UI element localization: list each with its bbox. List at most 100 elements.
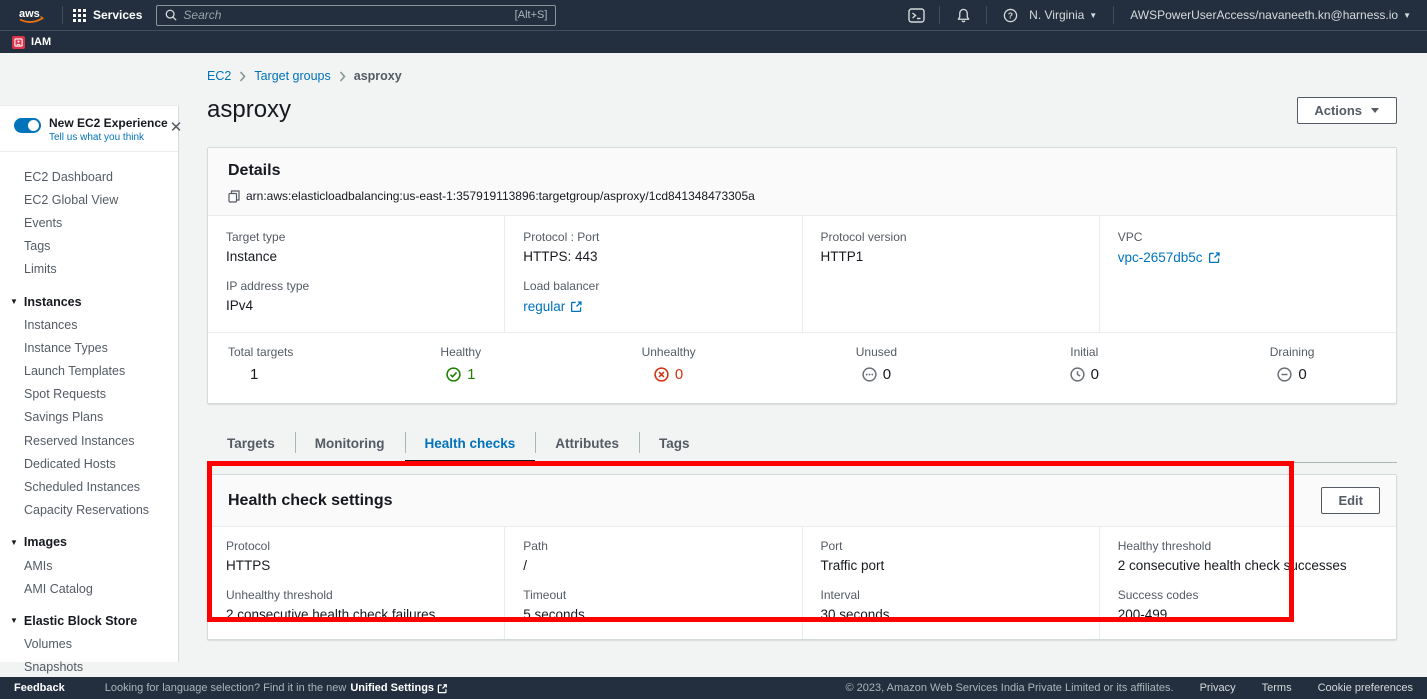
services-menu[interactable]: Services xyxy=(73,8,142,22)
details-column-3: Protocol version HTTP1 xyxy=(802,216,1099,332)
sidebar-section-instances[interactable]: ▼Instances xyxy=(0,290,178,313)
ec2-sidebar: New EC2 Experience Tell us what you thin… xyxy=(0,105,179,662)
sidebar-item-savings-plans[interactable]: Savings Plans xyxy=(0,406,178,429)
close-icon[interactable]: ✕ xyxy=(168,116,185,139)
sidebar-item-ami-catalog[interactable]: AMI Catalog xyxy=(0,577,178,600)
sidebar-section-elastic-block-store[interactable]: ▼Elastic Block Store xyxy=(0,609,178,632)
health-column-4: Healthy threshold 2 consecutive health c… xyxy=(1099,527,1396,639)
help-button[interactable]: ? xyxy=(997,4,1023,26)
field-protocol: Protocol HTTPS xyxy=(226,539,486,573)
sidebar-item-dedicated-hosts[interactable]: Dedicated Hosts xyxy=(0,452,178,475)
stat-initial: Initial 0 xyxy=(980,345,1188,387)
tab-targets[interactable]: Targets xyxy=(207,425,295,462)
page-title: asproxy xyxy=(207,96,291,124)
load-balancer-link[interactable]: regular xyxy=(523,299,583,314)
field-success-codes: Success codes 200-499 xyxy=(1118,588,1378,622)
new-experience-toggle[interactable] xyxy=(14,118,41,133)
details-column-2: Protocol : Port HTTPS: 443 Load balancer… xyxy=(504,216,801,332)
feedback-button[interactable]: Feedback xyxy=(14,682,65,694)
sidebar-section-images[interactable]: ▼Images xyxy=(0,531,178,554)
sidebar-item-amis[interactable]: AMIs xyxy=(0,554,178,577)
aws-logo-icon: aws xyxy=(16,6,46,24)
region-label: N. Virginia xyxy=(1029,8,1084,22)
copy-icon[interactable] xyxy=(228,190,240,203)
edit-button[interactable]: Edit xyxy=(1321,487,1380,514)
targets-summary: Total targets 1 Healthy 1 Unhealthy 0 xyxy=(208,332,1396,403)
svg-text:?: ? xyxy=(1008,10,1013,20)
tab-attributes[interactable]: Attributes xyxy=(535,425,639,462)
field-timeout: Timeout 5 seconds xyxy=(523,588,783,622)
main-content: EC2 Target groups asproxy asproxy Action… xyxy=(207,53,1397,640)
sidebar-item-ec2-global-view[interactable]: EC2 Global View xyxy=(0,188,178,211)
stat-draining: Draining 0 xyxy=(1188,345,1396,387)
new-experience-feedback-link[interactable]: Tell us what you think xyxy=(49,132,168,143)
global-search[interactable]: [Alt+S] xyxy=(156,5,556,26)
sidebar-item-capacity-reservations[interactable]: Capacity Reservations xyxy=(0,499,178,522)
chevron-down-icon: ▼ xyxy=(1403,11,1411,20)
sidebar-item-scheduled-instances[interactable]: Scheduled Instances xyxy=(0,475,178,498)
chevron-down-icon: ▼ xyxy=(1089,11,1097,20)
health-settings-title: Health check settings xyxy=(228,492,393,510)
copyright-text: © 2023, Amazon Web Services India Privat… xyxy=(846,682,1174,694)
sidebar-item-reserved-instances[interactable]: Reserved Instances xyxy=(0,429,178,452)
health-settings-grid: Protocol HTTPS Unhealthy threshold 2 con… xyxy=(208,527,1396,639)
sidebar-item-limits[interactable]: Limits xyxy=(0,258,178,281)
footer-right: © 2023, Amazon Web Services India Privat… xyxy=(846,682,1413,694)
favorite-iam[interactable]: IAM xyxy=(12,36,51,49)
account-menu[interactable]: AWSPowerUserAccess/navaneeth.kn@harness.… xyxy=(1124,8,1417,22)
search-shortcut: [Alt+S] xyxy=(515,9,548,21)
sidebar-item-snapshots[interactable]: Snapshots xyxy=(0,656,178,679)
health-column-1: Protocol HTTPS Unhealthy threshold 2 con… xyxy=(208,527,504,639)
search-icon xyxy=(165,9,177,21)
minus-circle-icon xyxy=(1277,367,1292,382)
region-selector[interactable]: N. Virginia ▼ xyxy=(1023,8,1103,22)
sidebar-item-ec2-dashboard[interactable]: EC2 Dashboard xyxy=(0,165,178,188)
tab-tags[interactable]: Tags xyxy=(639,425,710,462)
sidebar-item-launch-templates[interactable]: Launch Templates xyxy=(0,360,178,383)
triangle-down-icon: ▼ xyxy=(10,297,18,306)
chevron-right-icon xyxy=(239,71,246,82)
field-vpc: VPC vpc-2657db5c xyxy=(1118,230,1378,267)
stat-unused: Unused 0 xyxy=(773,345,981,387)
breadcrumb-ec2[interactable]: EC2 xyxy=(207,69,231,83)
sidebar-item-tags[interactable]: Tags xyxy=(0,235,178,258)
breadcrumb-current: asproxy xyxy=(354,69,402,83)
details-card: Details arn:aws:elasticloadbalancing:us-… xyxy=(207,147,1397,404)
aws-logo[interactable]: aws xyxy=(16,6,46,24)
check-circle-icon xyxy=(446,367,461,382)
tab-health-checks[interactable]: Health checks xyxy=(405,425,536,462)
details-title: Details xyxy=(228,162,1376,180)
notifications-button[interactable] xyxy=(950,4,976,26)
external-link-icon xyxy=(437,683,448,694)
sidebar-item-spot-requests[interactable]: Spot Requests xyxy=(0,383,178,406)
page-header: asproxy Actions xyxy=(207,96,1397,124)
terms-link[interactable]: Terms xyxy=(1262,682,1292,694)
vpc-link[interactable]: vpc-2657db5c xyxy=(1118,250,1221,265)
details-column-4: VPC vpc-2657db5c xyxy=(1099,216,1396,332)
external-link-icon xyxy=(1208,251,1221,264)
privacy-link[interactable]: Privacy xyxy=(1200,682,1236,694)
triangle-down-icon: ▼ xyxy=(10,616,18,625)
field-path: Path / xyxy=(523,539,783,573)
cookie-preferences-link[interactable]: Cookie preferences xyxy=(1318,682,1413,694)
actions-button[interactable]: Actions xyxy=(1297,97,1397,124)
field-interval: Interval 30 seconds xyxy=(821,588,1081,622)
breadcrumb-target-groups[interactable]: Target groups xyxy=(254,69,330,83)
arn-value: arn:aws:elasticloadbalancing:us-east-1:3… xyxy=(246,189,755,203)
topbar-divider xyxy=(986,6,987,24)
field-target-type: Target type Instance xyxy=(226,230,486,264)
search-input[interactable] xyxy=(183,8,508,22)
sidebar-item-events[interactable]: Events xyxy=(0,211,178,234)
detail-tabs: Targets Monitoring Health checks Attribu… xyxy=(207,425,1397,463)
chevron-right-icon xyxy=(339,71,346,82)
sidebar-item-instances[interactable]: Instances xyxy=(0,313,178,336)
new-experience-title: New EC2 Experience xyxy=(49,116,168,130)
sidebar-item-volumes[interactable]: Volumes xyxy=(0,633,178,656)
sidebar-item-instance-types[interactable]: Instance Types xyxy=(0,336,178,359)
cloudshell-button[interactable] xyxy=(903,4,929,26)
unified-settings-link[interactable]: Unified Settings xyxy=(350,682,448,694)
tab-monitoring[interactable]: Monitoring xyxy=(295,425,405,462)
health-card-header: Health check settings Edit xyxy=(208,475,1396,527)
services-label: Services xyxy=(93,8,142,22)
topbar-right-group: ? N. Virginia ▼ AWSPowerUserAccess/navan… xyxy=(903,4,1417,26)
